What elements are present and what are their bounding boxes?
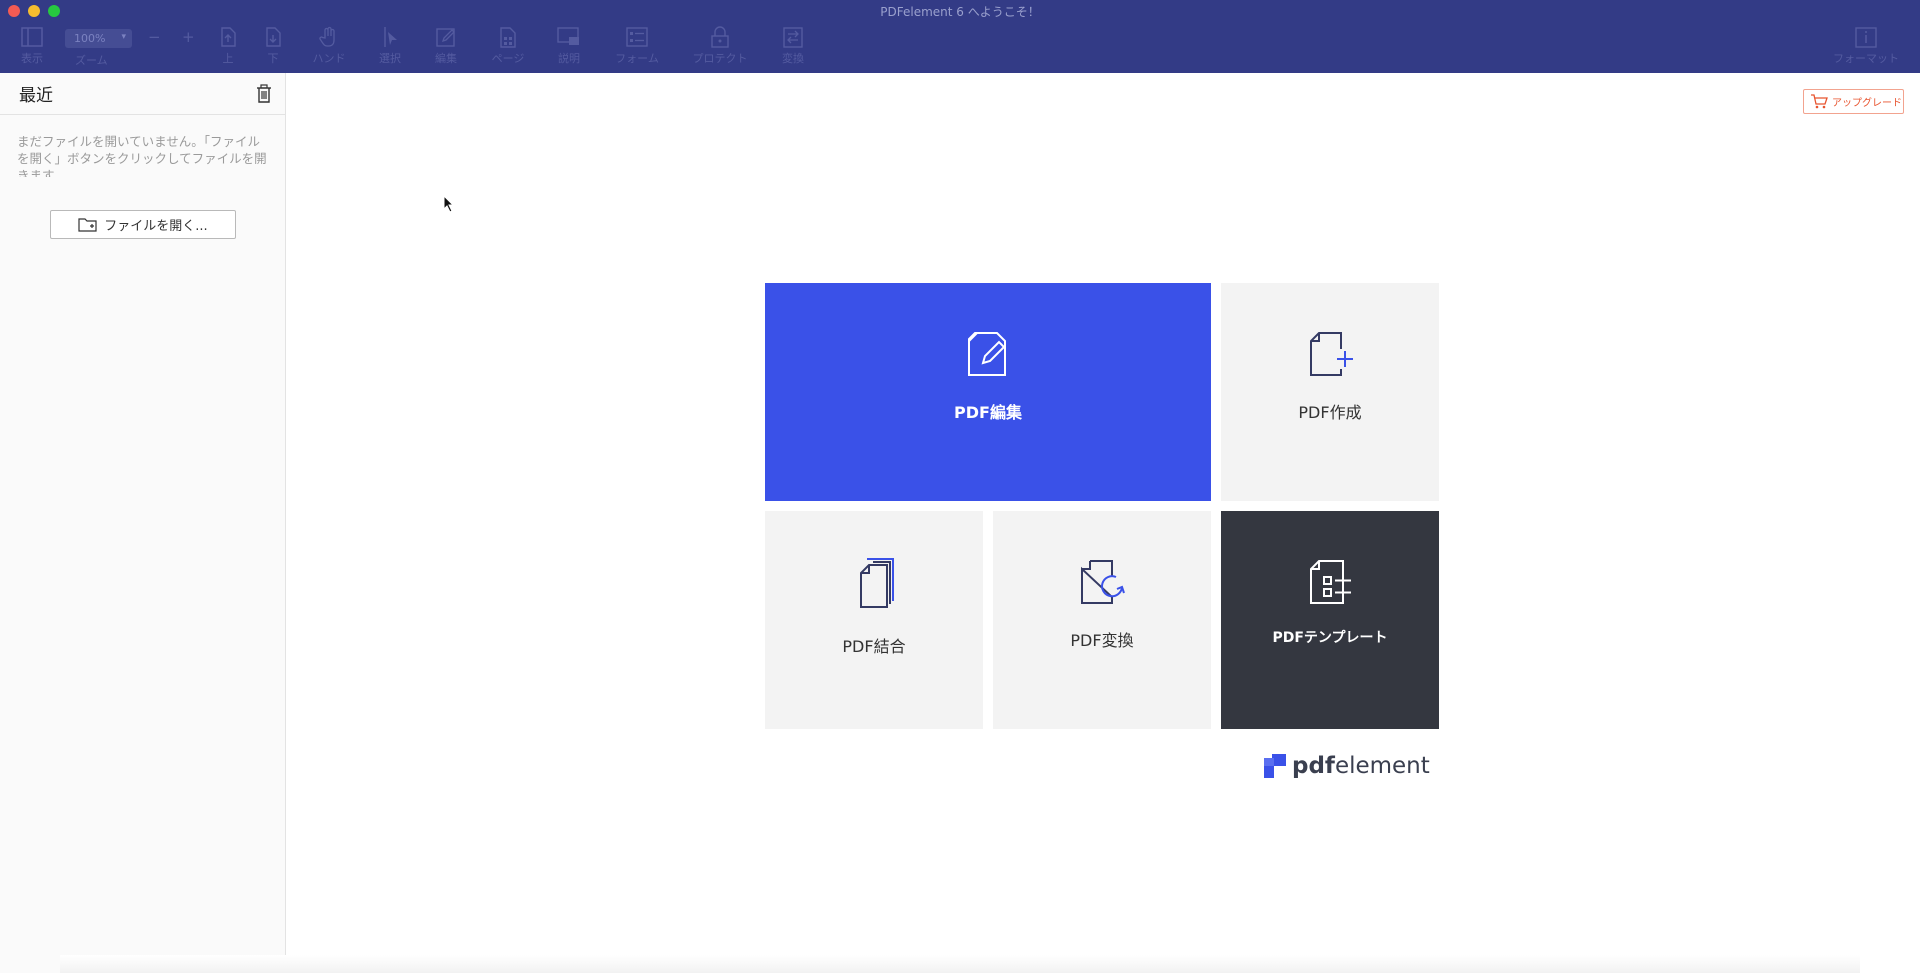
create-pdf-tile[interactable]: PDF作成 xyxy=(1221,283,1439,501)
page-grid-icon xyxy=(500,27,516,48)
open-file-label: ファイルを開く... xyxy=(104,219,208,234)
comment-label: 説明 xyxy=(558,52,580,65)
zoom-label: ズーム xyxy=(75,54,108,67)
select-tool-button[interactable]: 選択 xyxy=(362,24,418,70)
logo-text-rest: element xyxy=(1334,753,1430,779)
zoom-select[interactable]: 100% ▾ xyxy=(65,29,132,48)
page-down-icon xyxy=(266,27,281,47)
pdf-template-label: PDFテンプレート xyxy=(1272,630,1388,646)
combine-documents-icon xyxy=(860,558,894,608)
trash-icon[interactable] xyxy=(255,84,273,108)
format-label: フォーマット xyxy=(1833,52,1899,65)
combine-pdf-label: PDF結合 xyxy=(842,637,906,656)
create-pdf-label: PDF作成 xyxy=(1298,403,1362,422)
convert-tool-button[interactable]: 変換 xyxy=(765,24,821,70)
page-up-icon xyxy=(221,27,236,47)
view-label: 表示 xyxy=(21,52,43,65)
cart-icon xyxy=(1811,94,1828,109)
hand-tool-button[interactable]: ハンド xyxy=(301,24,357,70)
page-label: ページ xyxy=(491,52,525,65)
edit-tool-button[interactable]: 編集 xyxy=(418,24,474,70)
edit-pencil-icon xyxy=(436,28,455,47)
protect-label: プロテクト xyxy=(692,52,748,65)
info-icon xyxy=(1855,27,1877,48)
protect-tool-button[interactable]: プロテクト xyxy=(692,24,748,70)
combine-pdf-tile[interactable]: PDF結合 xyxy=(765,511,983,729)
convert-document-icon xyxy=(1081,560,1125,604)
edit-document-icon xyxy=(968,332,1006,376)
sidebar-title: 最近 xyxy=(19,86,53,106)
hand-label: ハンド xyxy=(312,52,346,65)
logo-text: pdfelement xyxy=(1292,753,1430,779)
upgrade-button[interactable]: アップグレード xyxy=(1803,89,1904,114)
folder-add-icon xyxy=(78,217,97,232)
comment-icon xyxy=(557,27,579,45)
format-panel-button[interactable]: フォーマット xyxy=(1831,24,1901,70)
convert-pdf-tile[interactable]: PDF変換 xyxy=(993,511,1211,729)
window-title: PDFelement 6 へようこそ！ xyxy=(880,5,1040,19)
comment-tool-button[interactable]: 説明 xyxy=(541,24,597,70)
recent-sidebar: 最近 まだファイルを開いていません。「ファイルを開く」ボタンをクリックしてファイ… xyxy=(0,73,286,973)
bottom-edge xyxy=(60,955,1860,973)
pdfelement-logo: pdfelement xyxy=(1264,753,1430,779)
pdf-template-tile[interactable]: PDFテンプレート xyxy=(1221,511,1439,729)
pdfelement-logo-icon xyxy=(1264,754,1286,778)
select-cursor-icon xyxy=(384,27,397,47)
chevron-down-icon: ▾ xyxy=(121,32,126,42)
convert-icon xyxy=(783,27,803,48)
template-document-icon xyxy=(1310,560,1351,604)
form-label: フォーム xyxy=(615,52,659,65)
create-document-icon xyxy=(1310,332,1353,376)
sidebar-header: 最近 xyxy=(0,73,285,115)
toolbar: PDFelement 6 へようこそ！ 表示 100% ▾ ズーム − + 上 … xyxy=(0,0,1920,73)
logo-text-bold: pdf xyxy=(1292,753,1335,779)
convert-label: 変換 xyxy=(782,52,804,65)
view-button[interactable]: 表示 xyxy=(4,24,60,70)
page-tool-button[interactable]: ページ xyxy=(480,24,536,70)
upgrade-label: アップグレード xyxy=(1832,98,1902,109)
sidebar-toggle-icon xyxy=(21,27,43,47)
form-tool-button[interactable]: フォーム xyxy=(609,24,665,70)
down-label: 下 xyxy=(267,52,279,65)
select-label: 選択 xyxy=(379,52,401,65)
mouse-cursor-icon xyxy=(443,195,455,213)
page-down-button[interactable]: 下 xyxy=(245,24,301,70)
edit-pdf-label: PDF編集 xyxy=(954,403,1022,422)
zoom-out-button[interactable]: − xyxy=(148,28,161,46)
empty-recent-message: まだファイルを開いていません。「ファイルを開く」ボタンをクリックしてファイルを開… xyxy=(17,134,267,177)
convert-pdf-label: PDF変換 xyxy=(1070,631,1134,650)
open-file-button[interactable]: ファイルを開く... xyxy=(50,210,236,239)
edit-label: 編集 xyxy=(435,52,457,65)
lock-icon xyxy=(711,26,729,48)
zoom-value: 100% xyxy=(74,32,106,45)
form-icon xyxy=(626,27,648,47)
edit-pdf-tile[interactable]: PDF編集 xyxy=(765,283,1211,501)
hand-icon xyxy=(319,26,335,47)
zoom-in-button[interactable]: + xyxy=(182,28,195,46)
